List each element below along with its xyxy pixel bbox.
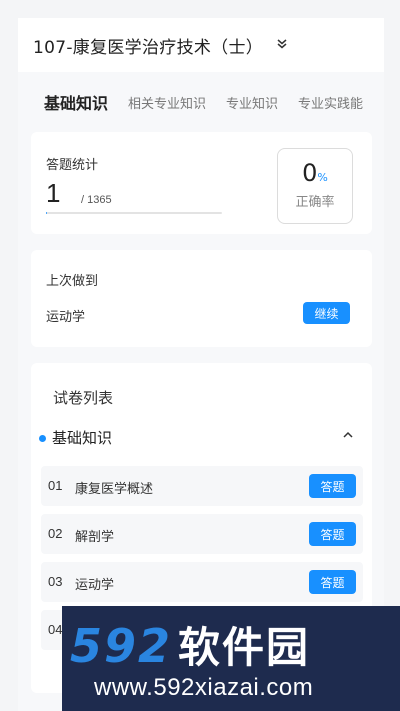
bullet-dot-icon [39,435,46,442]
exam-title[interactable]: 107-康复医学治疗技术（士） [33,33,263,58]
answer-button[interactable]: 答题 [309,522,356,546]
watermark-banner: 592 软件园 www.592xiazai.com [62,606,400,711]
total-count: / 1365 [81,194,112,206]
item-name: 解剖学 [75,530,115,545]
section-header[interactable]: 基础知识 [39,427,364,451]
tab-basic-knowledge[interactable]: 基础知识 [44,90,108,114]
list-item[interactable]: 01 康复医学概述 答题 [41,466,363,506]
last-done-subject: 运动学 [46,310,86,325]
answer-button[interactable]: 答题 [309,474,356,498]
accuracy-label: 正确率 [295,195,335,210]
tab-professional-knowledge[interactable]: 专业知识 [226,93,278,112]
category-tabs: 基础知识 相关专业知识 专业知识 专业实践能 [18,72,384,132]
list-item[interactable]: 02 解剖学 答题 [41,514,363,554]
stats-label: 答题统计 [46,158,99,173]
tab-related-knowledge[interactable]: 相关专业知识 [128,93,206,112]
header: 107-康复医学治疗技术（士） [18,18,384,72]
list-item[interactable]: 03 运动学 答题 [41,562,363,602]
answered-count: 1 [46,178,61,208]
watermark-logo: 592 软件园 [70,614,310,675]
chevron-up-icon[interactable] [342,429,354,443]
section-name: 基础知识 [52,429,113,447]
item-number: 02 [48,526,63,541]
watermark-logo-text: 软件园 [178,623,311,672]
item-number: 04 [48,622,63,637]
item-number: 01 [48,478,63,493]
accuracy-box: 0% 正确率 [277,148,353,224]
watermark-logo-number: 592 [70,619,173,673]
percent-sign: % [317,171,328,184]
accuracy-number: 0 [302,159,318,187]
stats-card: 答题统计 1 / 1365 0% 正确率 [31,132,372,234]
watermark-url: www.592xiazai.com [94,674,314,701]
progress-bar [46,212,222,214]
tab-professional-practice[interactable]: 专业实践能 [298,93,363,112]
continue-button[interactable]: 继续 [303,302,350,324]
last-done-label: 上次做到 [46,274,99,289]
item-number: 03 [48,574,63,589]
item-name: 运动学 [75,578,115,593]
accuracy-value: 0% [278,159,352,187]
paper-list-title: 试卷列表 [53,389,114,407]
answer-button[interactable]: 答题 [309,570,356,594]
item-name: 康复医学概述 [75,482,154,497]
last-done-card: 上次做到 运动学 继续 [31,250,372,347]
double-chevron-down-icon[interactable] [277,38,287,52]
